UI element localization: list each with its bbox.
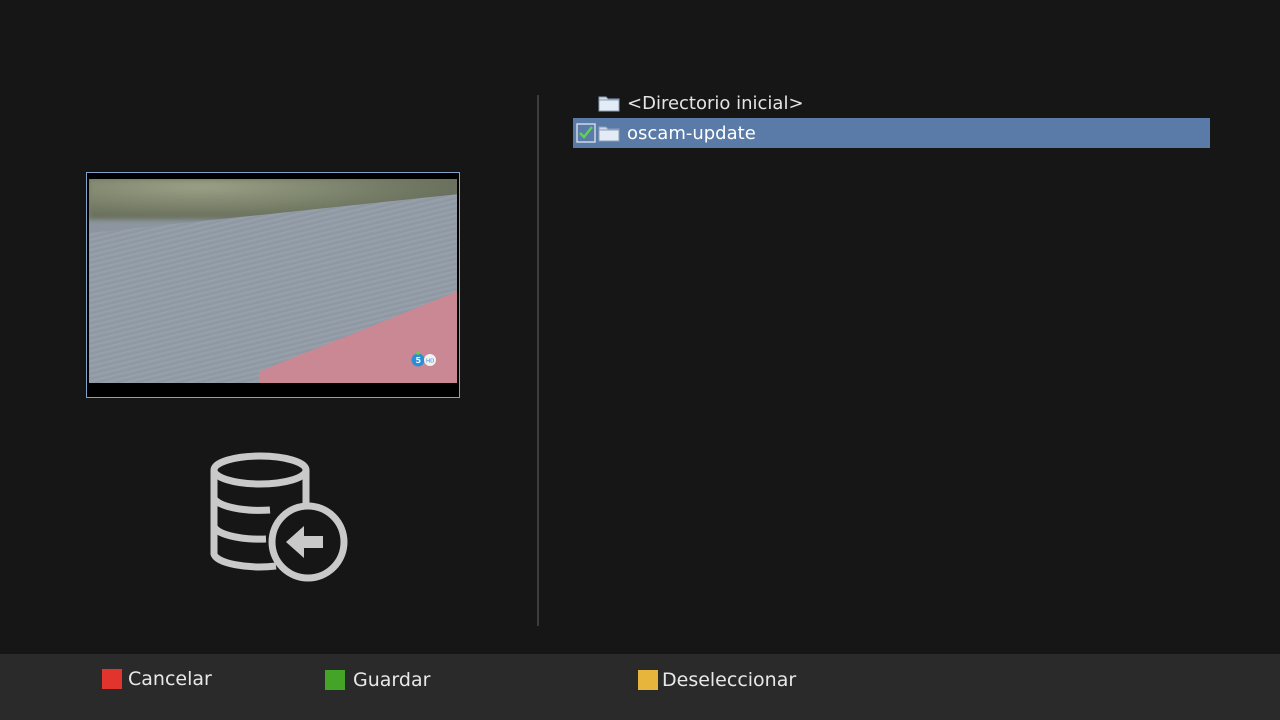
save-button[interactable]: Guardar: [325, 669, 430, 691]
deselect-button[interactable]: Deseleccionar: [638, 669, 796, 691]
deselect-label: Deseleccionar: [662, 669, 797, 691]
checkmark-icon[interactable]: [576, 123, 596, 143]
save-label: Guardar: [353, 669, 431, 691]
folder-icon: [598, 96, 620, 112]
list-item-label: oscam-update: [627, 122, 756, 144]
folder-icon: [598, 126, 620, 142]
tv-preview-window: 5 HD: [86, 172, 460, 398]
database-restore-icon: [210, 452, 348, 582]
svg-text:5: 5: [416, 356, 422, 365]
svg-text:HD: HD: [426, 359, 434, 365]
yellow-key-icon: [638, 670, 658, 690]
green-key-icon: [325, 670, 345, 690]
list-item-oscam-update[interactable]: oscam-update: [573, 118, 1210, 148]
list-item-label: <Directorio inicial>: [627, 92, 804, 114]
panel-divider: [537, 95, 539, 626]
cancel-label: Cancelar: [128, 668, 212, 690]
list-item-home-directory[interactable]: <Directorio inicial>: [573, 88, 1210, 118]
red-key-icon: [102, 669, 122, 689]
color-key-bar: Cancelar Guardar Deseleccionar: [0, 654, 1280, 720]
live-video-frame: 5 HD: [89, 179, 457, 383]
cancel-button[interactable]: Cancelar: [102, 668, 212, 690]
channel-logo-icon: 5 HD: [411, 351, 436, 367]
directory-list: <Directorio inicial> oscam-update: [573, 88, 1210, 148]
